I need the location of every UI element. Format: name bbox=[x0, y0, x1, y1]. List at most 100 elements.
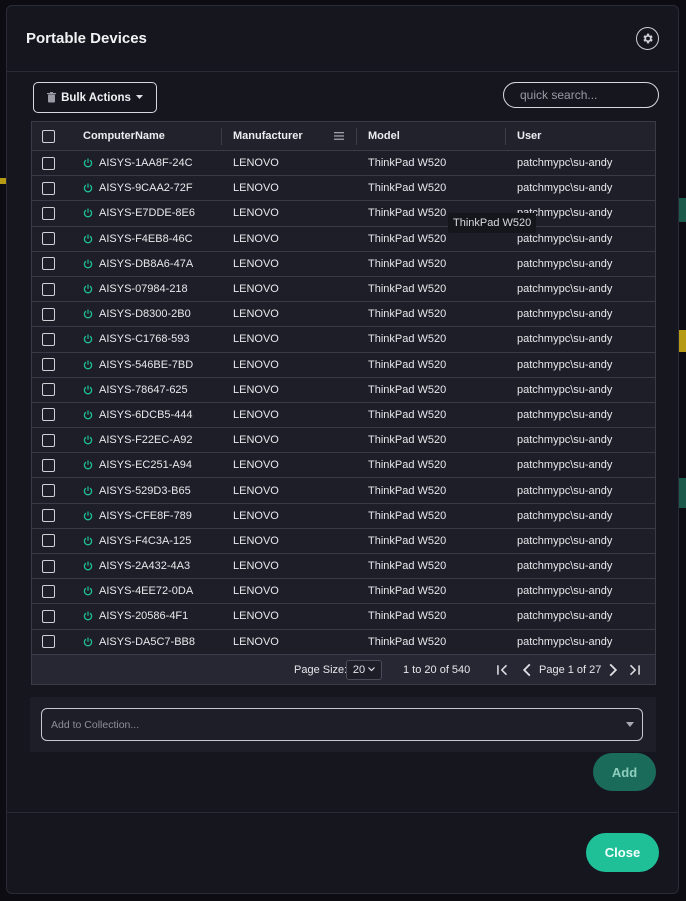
table-row[interactable]: AISYS-529D3-B65 LENOVO ThinkPad W520 patchm… bbox=[32, 478, 655, 504]
computer-name-cell[interactable]: AISYS-1AA8F-24C bbox=[83, 151, 193, 175]
row-checkbox[interactable] bbox=[42, 484, 55, 498]
table-row[interactable]: AISYS-1AA8F-24C LENOVO ThinkPad W520 patchm… bbox=[32, 151, 655, 177]
column-menu-icon[interactable] bbox=[334, 132, 344, 140]
computer-name-cell[interactable]: AISYS-CFE8F-789 bbox=[83, 504, 192, 528]
computer-name: AISYS-546BE-7BD bbox=[99, 358, 194, 371]
bulk-actions-button[interactable]: Bulk Actions bbox=[33, 82, 157, 113]
table-row[interactable]: AISYS-EC251-A94 LENOVO ThinkPad W520 patchm… bbox=[32, 453, 655, 479]
row-checkbox[interactable] bbox=[42, 509, 55, 523]
computer-name-cell[interactable]: AISYS-07984-218 bbox=[83, 277, 188, 301]
close-button[interactable]: Close bbox=[586, 833, 659, 872]
row-checkbox[interactable] bbox=[42, 408, 55, 422]
row-checkbox[interactable] bbox=[42, 383, 55, 397]
model-cell: ThinkPad W520 bbox=[368, 635, 447, 648]
table-row[interactable]: AISYS-20586-4F1 LENOVO ThinkPad W520 patchm… bbox=[32, 604, 655, 630]
page-range-text: 1 to 20 of 540 bbox=[403, 663, 471, 676]
user-cell: patchmypc\su-andy bbox=[517, 182, 613, 195]
table-row[interactable]: AISYS-2A432-4A3 LENOVO ThinkPad W520 patchm… bbox=[32, 554, 655, 580]
column-header-model[interactable]: Model bbox=[368, 122, 400, 150]
computer-name-cell[interactable]: AISYS-DA5C7-BB8 bbox=[83, 630, 195, 654]
last-page-button[interactable] bbox=[627, 655, 641, 684]
pagination-bar: Page Size: 20 1 to 20 of 540 Page 1 of 2… bbox=[32, 654, 655, 684]
computer-name-cell[interactable]: AISYS-C1768-593 bbox=[83, 327, 190, 351]
table-row[interactable]: AISYS-D8300-2B0 LENOVO ThinkPad W520 patchm… bbox=[32, 302, 655, 328]
power-icon bbox=[83, 158, 93, 168]
computer-name-cell[interactable]: AISYS-DB8A6-47A bbox=[83, 252, 193, 276]
table-row[interactable]: AISYS-6DCB5-444 LENOVO ThinkPad W520 patchm… bbox=[32, 402, 655, 429]
row-checkbox[interactable] bbox=[42, 609, 55, 623]
table-row[interactable]: AISYS-CFE8F-789 LENOVO ThinkPad W520 patchm… bbox=[32, 503, 655, 529]
user-cell: patchmypc\su-andy bbox=[517, 459, 613, 472]
column-separator[interactable] bbox=[505, 128, 506, 145]
table-row[interactable]: AISYS-F22EC-A92 LENOVO ThinkPad W520 patchm… bbox=[32, 428, 655, 454]
next-page-button[interactable] bbox=[606, 655, 620, 684]
add-button[interactable]: Add bbox=[593, 753, 656, 791]
row-checkbox[interactable] bbox=[42, 232, 55, 246]
table-row[interactable]: AISYS-DB8A6-47A LENOVO ThinkPad W520 patchm… bbox=[32, 251, 655, 277]
add-to-collection-select[interactable]: Add to Collection... bbox=[41, 708, 643, 741]
first-page-button[interactable] bbox=[496, 655, 510, 684]
row-checkbox[interactable] bbox=[42, 257, 55, 271]
computer-name-cell[interactable]: AISYS-EC251-A94 bbox=[83, 453, 192, 477]
column-separator[interactable] bbox=[356, 128, 357, 145]
manufacturer-cell: LENOVO bbox=[233, 509, 279, 522]
computer-name-cell[interactable]: AISYS-20586-4F1 bbox=[83, 604, 188, 628]
row-checkbox[interactable] bbox=[42, 635, 55, 649]
model-cell: ThinkPad W520 bbox=[368, 434, 447, 447]
user-cell: patchmypc\su-andy bbox=[517, 534, 613, 547]
grid-header: ComputerName Manufacturer Model User bbox=[32, 122, 655, 151]
computer-name-cell[interactable]: AISYS-2A432-4A3 bbox=[83, 554, 190, 578]
bulk-actions-label: Bulk Actions bbox=[61, 91, 131, 104]
row-checkbox[interactable] bbox=[42, 559, 55, 573]
quick-search-input[interactable] bbox=[503, 82, 659, 108]
computer-name-cell[interactable]: AISYS-78647-625 bbox=[83, 378, 188, 402]
model-cell: ThinkPad W520 bbox=[368, 308, 447, 321]
select-all-checkbox[interactable] bbox=[42, 129, 55, 143]
background-accent-teal bbox=[679, 198, 686, 222]
table-row[interactable]: AISYS-DA5C7-BB8 LENOVO ThinkPad W520 patchm… bbox=[32, 629, 655, 655]
computer-name-cell[interactable]: AISYS-529D3-B65 bbox=[83, 478, 191, 502]
previous-page-button[interactable] bbox=[520, 655, 534, 684]
table-row[interactable]: AISYS-07984-218 LENOVO ThinkPad W520 patchm… bbox=[32, 276, 655, 303]
column-header-computername[interactable]: ComputerName bbox=[83, 122, 165, 150]
table-row[interactable]: AISYS-4EE72-0DA LENOVO ThinkPad W520 patchm… bbox=[32, 579, 655, 605]
computer-name-cell[interactable]: AISYS-4EE72-0DA bbox=[83, 579, 193, 603]
computer-name-cell[interactable]: AISYS-6DCB5-444 bbox=[83, 403, 193, 427]
table-row[interactable]: AISYS-546BE-7BD LENOVO ThinkPad W520 patchm… bbox=[32, 352, 655, 378]
row-checkbox[interactable] bbox=[42, 433, 55, 447]
table-row[interactable]: AISYS-C1768-593 LENOVO ThinkPad W520 patchm… bbox=[32, 327, 655, 353]
table-row[interactable]: AISYS-E7DDE-8E6 LENOVO ThinkPad W520 patchm… bbox=[32, 201, 655, 227]
row-checkbox[interactable] bbox=[42, 332, 55, 346]
power-icon bbox=[83, 561, 93, 571]
row-checkbox[interactable] bbox=[42, 181, 55, 195]
manufacturer-cell: LENOVO bbox=[233, 182, 279, 195]
column-separator[interactable] bbox=[221, 128, 222, 145]
manufacturer-cell: LENOVO bbox=[233, 434, 279, 447]
power-icon bbox=[83, 234, 93, 244]
computer-name-cell[interactable]: AISYS-F22EC-A92 bbox=[83, 428, 193, 452]
power-icon bbox=[83, 385, 93, 395]
page-size-select[interactable]: 20 bbox=[346, 659, 382, 680]
row-checkbox[interactable] bbox=[42, 458, 55, 472]
computer-name-cell[interactable]: AISYS-D8300-2B0 bbox=[83, 302, 191, 326]
row-checkbox[interactable] bbox=[42, 584, 55, 598]
table-row[interactable]: AISYS-78647-625 LENOVO ThinkPad W520 patchm… bbox=[32, 377, 655, 403]
row-checkbox[interactable] bbox=[42, 156, 55, 170]
settings-button[interactable] bbox=[636, 27, 659, 50]
computer-name-cell[interactable]: AISYS-F4C3A-125 bbox=[83, 529, 191, 553]
table-row[interactable]: AISYS-9CAA2-72F LENOVO ThinkPad W520 patchm… bbox=[32, 176, 655, 202]
computer-name-cell[interactable]: AISYS-9CAA2-72F bbox=[83, 176, 193, 200]
row-checkbox[interactable] bbox=[42, 282, 55, 296]
column-header-manufacturer[interactable]: Manufacturer bbox=[233, 122, 303, 150]
computer-name-cell[interactable]: AISYS-F4EB8-46C bbox=[83, 227, 193, 251]
column-header-user[interactable]: User bbox=[517, 122, 541, 150]
row-checkbox[interactable] bbox=[42, 307, 55, 321]
table-row[interactable]: AISYS-F4EB8-46C LENOVO ThinkPad W520 patchm… bbox=[32, 226, 655, 252]
row-checkbox[interactable] bbox=[42, 206, 55, 220]
model-cell: ThinkPad W520 bbox=[368, 408, 447, 421]
computer-name-cell[interactable]: AISYS-E7DDE-8E6 bbox=[83, 201, 195, 225]
row-checkbox[interactable] bbox=[42, 358, 55, 372]
computer-name-cell[interactable]: AISYS-546BE-7BD bbox=[83, 353, 193, 377]
row-checkbox[interactable] bbox=[42, 534, 55, 548]
table-row[interactable]: AISYS-F4C3A-125 LENOVO ThinkPad W520 patchm… bbox=[32, 528, 655, 554]
